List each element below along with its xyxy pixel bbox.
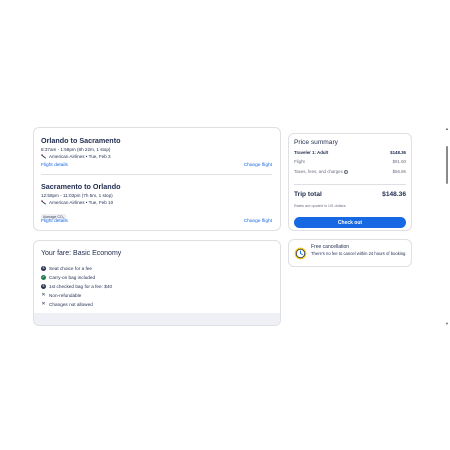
leg-airline-text: American Airlines • Tue, Feb 10 <box>49 200 114 205</box>
checkout-button[interactable]: Check out <box>294 217 406 228</box>
leg-title: Sacramento to Orlando <box>41 182 121 191</box>
flight-leg-outbound: Orlando to Sacramento 8:37am - 1:59pm (8… <box>41 136 272 159</box>
trip-total-row: Trip total $148.36 <box>294 191 406 198</box>
leg-airline: American Airlines • Tue, Feb 3 <box>41 154 272 159</box>
x-icon: ✕ <box>41 292 46 298</box>
trip-total-value: $148.36 <box>382 191 406 198</box>
flight-leg-return: Sacramento to Orlando 12:58pm - 11:03pm … <box>41 182 272 223</box>
fare-feature-item: ✕ Changes not allowed <box>41 300 112 309</box>
trip-total-label: Trip total <box>294 191 322 198</box>
change-flight-link[interactable]: Change flight <box>244 163 272 168</box>
taxes-row: Taxes, fees, and charges i $56.86 <box>294 169 406 174</box>
clock-icon <box>294 247 307 260</box>
price-divider <box>294 184 406 185</box>
airline-logo-icon <box>41 154 46 159</box>
flight-price-value: $91.50 <box>392 159 406 164</box>
leg-time: 12:58pm - 11:03pm (7h 5m, 1 stop) <box>41 193 113 198</box>
fare-feature-item: ✓ Carry-on bag included <box>41 273 112 282</box>
dollar-icon: $ <box>41 283 46 289</box>
taxes-value: $56.86 <box>392 169 406 174</box>
x-icon: ✕ <box>41 301 46 307</box>
fare-feature-item: ✕ Non-refundable <box>41 291 112 300</box>
info-icon[interactable]: i <box>343 170 348 174</box>
taxes-label-text: Taxes, fees, and charges <box>294 169 343 174</box>
fare-card-footer <box>34 313 280 325</box>
leg-airline: American Airlines • Tue, Feb 10 <box>41 200 272 205</box>
leg-divider <box>41 174 272 175</box>
currency-note: Rates are quoted in US dollars <box>294 204 346 208</box>
price-summary-card: Price summary Traveler 1: Adult $148.36 … <box>288 133 412 231</box>
leg-time: 8:37am - 1:59pm (8h 22m, 1 stop) <box>41 147 111 152</box>
scroll-up-icon[interactable]: ▲ <box>445 126 449 131</box>
fare-features-list: $ Seat choice for a fee ✓ Carry-on bag i… <box>41 264 112 309</box>
traveler-row: Traveler 1: Adult $148.36 <box>294 150 406 155</box>
flight-details-link[interactable]: Flight details <box>41 163 68 168</box>
taxes-label: Taxes, fees, and charges i <box>294 169 348 174</box>
price-summary-title: Price summary <box>294 139 338 146</box>
fare-feature-item: $ Seat choice for a fee <box>41 264 112 273</box>
fare-title: Your fare: Basic Economy <box>41 250 122 257</box>
fare-feature-label: Seat choice for a fee <box>49 266 92 271</box>
check-icon: ✓ <box>41 274 46 280</box>
page-scrollbar[interactable]: ▲ ▼ <box>444 126 450 326</box>
fare-card: Your fare: Basic Economy $ Seat choice f… <box>33 240 281 326</box>
fare-feature-label: Carry-on bag included <box>49 275 96 280</box>
flight-price-label: Flight <box>294 159 305 164</box>
flight-details-link[interactable]: Flight details <box>41 219 68 224</box>
fare-feature-label: Changes not allowed <box>49 302 93 307</box>
leg-links-return: Flight details Change flight <box>41 219 272 224</box>
fare-feature-label: 1st checked bag for a fee: $40 <box>49 284 113 289</box>
traveler-total: $148.36 <box>390 150 406 155</box>
flight-price-row: Flight $91.50 <box>294 159 406 164</box>
scrollbar-thumb[interactable] <box>446 146 448 184</box>
leg-links-outbound: Flight details Change flight <box>41 163 272 168</box>
dollar-icon: $ <box>41 265 46 271</box>
flights-card: Orlando to Sacramento 8:37am - 1:59pm (8… <box>33 127 281 231</box>
fare-feature-item: $ 1st checked bag for a fee: $40 <box>41 282 112 291</box>
leg-title: Orlando to Sacramento <box>41 136 121 145</box>
free-cancellation-card: Free cancellation There's no fee to canc… <box>288 239 412 267</box>
traveler-label: Traveler 1: Adult <box>294 150 329 155</box>
cancellation-title: Free cancellation <box>311 244 350 250</box>
fare-feature-label: Non-refundable <box>49 293 82 298</box>
cancellation-text: There's no fee to cancel within 24 hours… <box>311 251 407 256</box>
scroll-down-icon[interactable]: ▼ <box>445 321 449 326</box>
change-flight-link[interactable]: Change flight <box>244 219 272 224</box>
airline-logo-icon <box>41 200 46 205</box>
leg-airline-text: American Airlines • Tue, Feb 3 <box>49 154 111 159</box>
